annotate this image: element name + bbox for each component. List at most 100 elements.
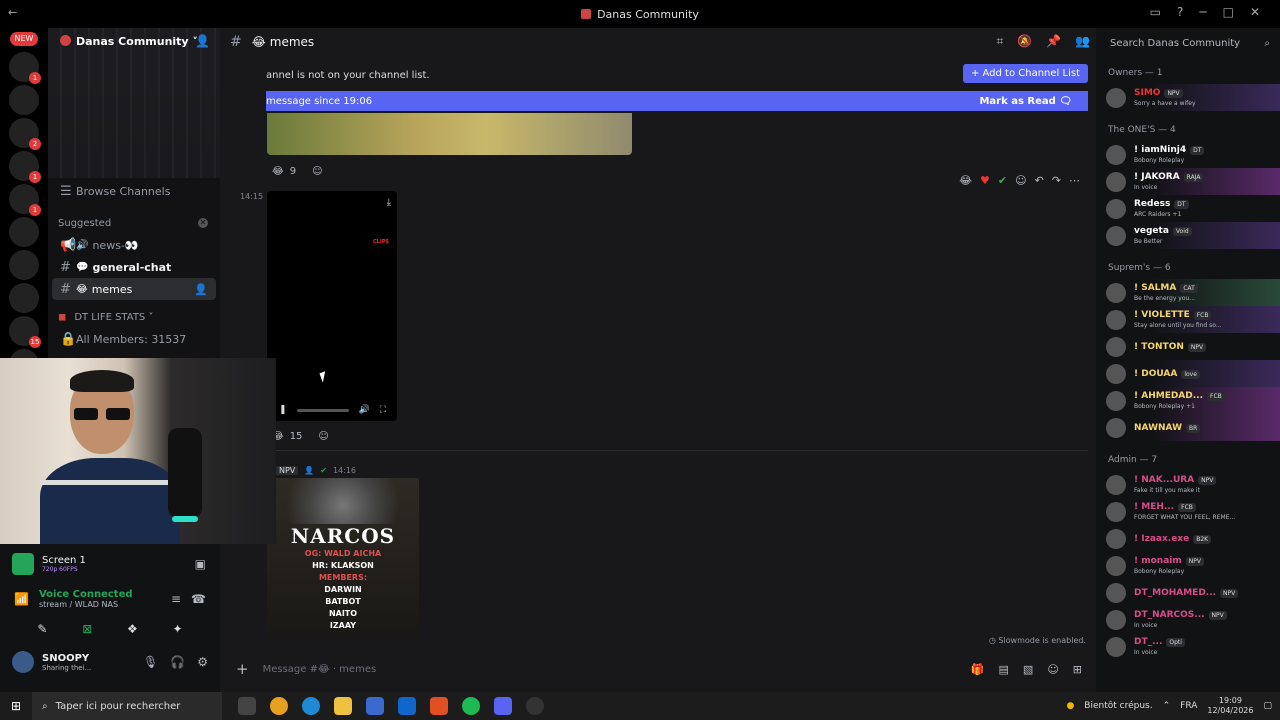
gift-icon[interactable]: 🎁: [971, 663, 985, 676]
noise-icon[interactable]: ≡: [171, 592, 181, 606]
download-icon[interactable]: ⤓: [387, 197, 391, 208]
reply-icon[interactable]: ↶: [1035, 174, 1044, 187]
help-icon[interactable]: ?: [1177, 5, 1183, 19]
spotify-icon[interactable]: [462, 697, 480, 715]
windows-start-icon[interactable]: ⊞: [0, 699, 32, 713]
server-icon[interactable]: 15: [9, 316, 41, 348]
camera-off-icon[interactable]: ✎: [37, 622, 47, 636]
member-item[interactable]: DT_NARCOS... NPV In voice: [1096, 606, 1280, 633]
share-screen-icon[interactable]: ⊠: [82, 622, 92, 636]
pin-icon[interactable]: 📌: [1046, 34, 1061, 49]
member-item[interactable]: SIMO NPV Sorry a have a wifey: [1096, 84, 1280, 111]
channel-memes[interactable]: # 😂 memes 👤: [52, 278, 216, 300]
category-dt-life-stats[interactable]: ◼ DT LIFE STATS ˅: [48, 306, 220, 328]
reaction[interactable]: 😂 15 ☺: [272, 431, 329, 442]
poster-image[interactable]: NARCOS OG: WALD AICHA HR: KLAKSON MEMBER…: [267, 478, 419, 638]
avatar[interactable]: [1106, 582, 1126, 603]
heart-icon[interactable]: ♥: [980, 174, 990, 187]
member-item[interactable]: ! iamNinj4 DT Bobony Roleplay: [1096, 141, 1280, 168]
brave-icon[interactable]: [430, 697, 448, 715]
chevron-up-icon[interactable]: ⌃: [1163, 701, 1171, 711]
member-item[interactable]: ! MEH... FCB FORGET WHAT YOU FEEL, REME...: [1096, 498, 1280, 525]
stop-share-icon[interactable]: ▣: [195, 557, 206, 571]
obs-icon[interactable]: [526, 697, 544, 715]
server-icon[interactable]: [9, 283, 39, 313]
member-item[interactable]: DT_MOHAMED... NPV: [1096, 579, 1280, 606]
activities-icon[interactable]: ❖: [127, 622, 138, 636]
avatar[interactable]: [1106, 282, 1126, 303]
discord-icon[interactable]: [494, 697, 512, 715]
task-view-icon[interactable]: [238, 697, 256, 715]
emoji-icon[interactable]: ☺: [1047, 663, 1058, 676]
volume-icon[interactable]: 🔊: [359, 405, 370, 415]
server-icon[interactable]: 1: [9, 52, 41, 84]
add-reaction-icon[interactable]: ☺: [318, 431, 328, 442]
search-input[interactable]: Search Danas Community ⌕: [1102, 32, 1274, 54]
inbox-icon[interactable]: ▭: [1150, 5, 1161, 19]
video-attachment[interactable]: ⤓ CLIPS ❚ 🔊 ⛶: [267, 191, 397, 421]
avatar[interactable]: [1106, 474, 1126, 495]
server-icon[interactable]: 1: [9, 151, 41, 183]
mute-icon[interactable]: 🔕: [1017, 34, 1032, 49]
check-icon[interactable]: ✔: [998, 174, 1007, 187]
server-icon[interactable]: [9, 217, 39, 247]
sticker-icon[interactable]: ▧: [1023, 663, 1033, 676]
close-icon[interactable]: ✕: [1250, 5, 1260, 19]
server-name[interactable]: Danas Community ˅: [76, 35, 198, 48]
minimize-icon[interactable]: ─: [1199, 5, 1206, 19]
avatar[interactable]: [1106, 636, 1126, 657]
member-item[interactable]: ! AHMEDAD... FCB Bobony Roleplay +1: [1096, 387, 1280, 414]
avatar[interactable]: [1106, 417, 1126, 438]
server-icon[interactable]: [9, 250, 39, 280]
store-icon[interactable]: [366, 697, 384, 715]
avatar[interactable]: [1106, 528, 1126, 549]
member-item[interactable]: ! DOUAA love: [1096, 360, 1280, 387]
member-item[interactable]: Redess DT ARC Raiders +1: [1096, 195, 1280, 222]
outlook-icon[interactable]: [398, 697, 416, 715]
avatar[interactable]: [1106, 363, 1126, 384]
avatar[interactable]: [1106, 336, 1126, 357]
clock[interactable]: 19:09 12/04/2026: [1207, 696, 1253, 716]
member-item[interactable]: ! TONTON NPV: [1096, 333, 1280, 360]
weather-icon[interactable]: ●: [1066, 701, 1074, 711]
server-icon[interactable]: 1: [9, 184, 41, 216]
add-member-icon[interactable]: 👤: [195, 34, 210, 48]
member-item[interactable]: ! JAKORA RAJA In voice: [1096, 168, 1280, 195]
add-reaction-icon[interactable]: ☺: [312, 166, 322, 177]
apps-icon[interactable]: ⊞: [1073, 663, 1082, 676]
mic-icon[interactable]: 🎙: [143, 655, 158, 669]
members-icon[interactable]: 👥: [1075, 34, 1090, 49]
add-user-icon[interactable]: 👤: [194, 283, 208, 296]
server-icon[interactable]: 2: [9, 118, 41, 150]
fullscreen-icon[interactable]: ⛶: [380, 405, 386, 415]
add-to-channel-list-button[interactable]: + Add to Channel List: [962, 64, 1088, 83]
member-item[interactable]: NAWNAW BR: [1096, 414, 1280, 441]
back-icon[interactable]: ←: [8, 6, 17, 19]
taskbar-search[interactable]: ⌕ Taper ici pour rechercher: [32, 692, 222, 720]
add-reaction-icon[interactable]: ☺: [1015, 174, 1026, 187]
avatar[interactable]: [12, 651, 34, 673]
member-item[interactable]: ! VIOLETTE FCB Stay alone until you find s…: [1096, 306, 1280, 333]
disconnect-icon[interactable]: ☎: [191, 592, 206, 606]
avatar[interactable]: [1106, 144, 1126, 165]
explorer-icon[interactable]: [334, 697, 352, 715]
avatar[interactable]: [1106, 198, 1126, 219]
plus-icon[interactable]: +: [236, 660, 249, 678]
reaction[interactable]: 😂 9 ☺: [272, 166, 323, 177]
member-item[interactable]: ! monaim NPV Bobony Roleplay: [1096, 552, 1280, 579]
close-icon[interactable]: ✕: [198, 218, 208, 228]
maximize-icon[interactable]: □: [1223, 5, 1234, 19]
new-badge[interactable]: NEW: [10, 32, 38, 46]
gif-icon[interactable]: ▤: [999, 663, 1009, 676]
browse-channels[interactable]: ☰ Browse Channels: [48, 178, 220, 204]
avatar[interactable]: [1106, 171, 1126, 192]
server-banner[interactable]: Danas Community ˅ 👤: [48, 28, 220, 178]
new-messages-bar[interactable]: message since 19:06 Mark as Read 🗨: [266, 91, 1088, 111]
avatar[interactable]: [1106, 309, 1126, 330]
message-input[interactable]: + Message #😂 · memes 🎁 ▤ ▧ ☺ ⊞: [228, 656, 1088, 682]
server-icon[interactable]: [9, 85, 39, 115]
voice-connected-row[interactable]: 📶 Voice Connected stream / WLAD NAS ≡ ☎: [0, 584, 220, 614]
headphones-icon[interactable]: 🎧: [170, 655, 185, 669]
avatar[interactable]: [1106, 609, 1126, 630]
avatar[interactable]: [1106, 390, 1126, 411]
